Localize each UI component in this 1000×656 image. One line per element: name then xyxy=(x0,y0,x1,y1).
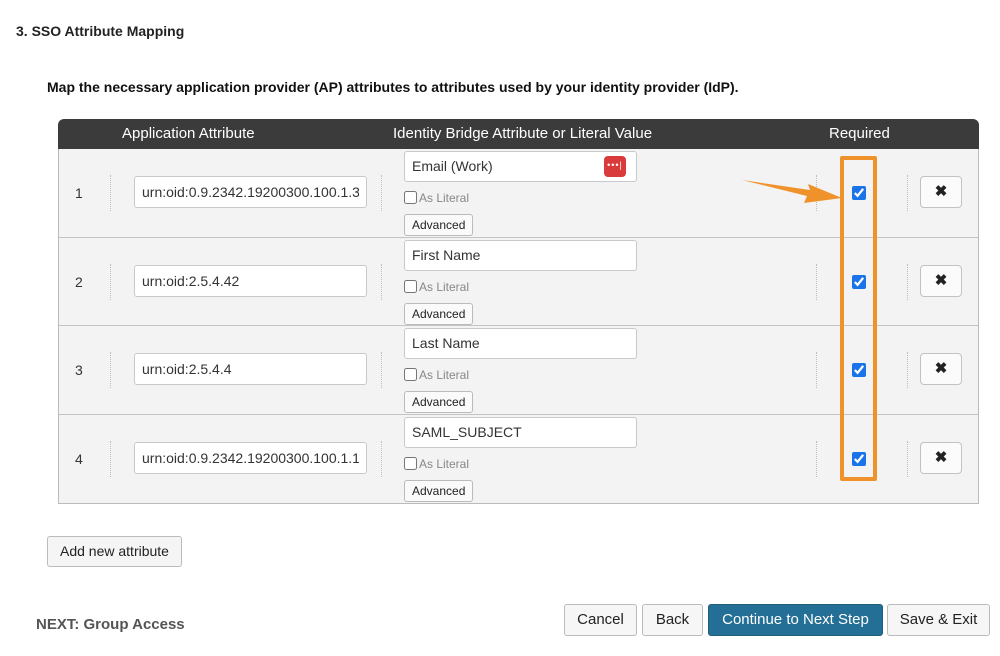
application-attribute-input[interactable] xyxy=(134,264,367,297)
column-divider xyxy=(816,263,817,300)
row-number: 1 xyxy=(75,185,83,201)
as-literal-checkbox[interactable] xyxy=(404,279,417,293)
delete-row-button[interactable]: ✖ xyxy=(920,353,962,385)
column-divider xyxy=(381,175,382,211)
header-application-attribute: Application Attribute xyxy=(122,125,255,142)
row-number: 4 xyxy=(75,450,83,467)
required-checkbox[interactable] xyxy=(852,274,866,289)
as-literal-label: As Literal xyxy=(419,279,470,294)
instructions-text: Map the necessary application provider (… xyxy=(47,79,739,95)
as-literal-checkbox[interactable] xyxy=(404,456,417,470)
password-manager-icon[interactable]: •••| xyxy=(604,156,626,177)
table-body: 1 Email (Work) •••| As Literal Advanced … xyxy=(58,149,979,504)
required-checkbox[interactable] xyxy=(852,363,866,377)
next-step-label: NEXT: Group Access xyxy=(36,616,185,633)
attribute-mapping-table: Application Attribute Identity Bridge At… xyxy=(58,119,979,504)
continue-button[interactable]: Continue to Next Step xyxy=(708,604,883,636)
advanced-button[interactable]: Advanced xyxy=(404,479,474,502)
column-divider xyxy=(816,175,817,211)
column-divider xyxy=(381,352,382,388)
identity-attribute-select[interactable]: Last Name xyxy=(404,328,637,359)
column-divider xyxy=(816,352,817,388)
close-x-icon: ✖ xyxy=(934,448,948,466)
as-literal-label: As Literal xyxy=(419,456,470,471)
as-literal-option[interactable]: As Literal xyxy=(404,191,469,205)
table-row: 4 SAML_SUBJECT As Literal Advanced ✖ xyxy=(59,414,978,503)
column-divider xyxy=(816,440,817,477)
as-literal-label: As Literal xyxy=(419,368,470,382)
section-title: 3. SSO Attribute Mapping xyxy=(16,23,185,39)
table-row: 1 Email (Work) •••| As Literal Advanced … xyxy=(59,149,978,238)
close-x-icon: ✖ xyxy=(934,271,948,289)
required-checkbox[interactable] xyxy=(852,186,866,200)
delete-row-button[interactable]: ✖ xyxy=(920,441,962,474)
column-divider xyxy=(907,352,908,388)
as-literal-label: As Literal xyxy=(419,191,470,205)
advanced-button[interactable]: Advanced xyxy=(404,214,474,236)
column-divider xyxy=(381,440,382,477)
row-number: 3 xyxy=(75,362,83,378)
as-literal-checkbox[interactable] xyxy=(404,191,417,204)
identity-attribute-value: Email (Work) xyxy=(412,158,493,174)
delete-row-button[interactable]: ✖ xyxy=(920,264,962,297)
table-header: Application Attribute Identity Bridge At… xyxy=(58,119,979,149)
identity-attribute-value: Last Name xyxy=(412,335,480,351)
identity-attribute-value: First Name xyxy=(412,246,481,263)
as-literal-option[interactable]: As Literal xyxy=(404,279,470,294)
close-x-icon: ✖ xyxy=(934,360,948,377)
close-x-icon: ✖ xyxy=(934,183,948,200)
required-checkbox[interactable] xyxy=(852,451,866,466)
row-number: 2 xyxy=(75,273,83,290)
column-divider xyxy=(907,440,908,477)
table-row: 3 Last Name As Literal Advanced ✖ xyxy=(59,326,978,415)
as-literal-option[interactable]: As Literal xyxy=(404,368,469,382)
save-exit-button[interactable]: Save & Exit xyxy=(887,604,990,636)
application-attribute-input[interactable] xyxy=(134,176,367,208)
advanced-button[interactable]: Advanced xyxy=(404,302,474,325)
application-attribute-input[interactable] xyxy=(134,353,367,385)
column-divider xyxy=(907,263,908,300)
column-divider xyxy=(110,263,111,300)
column-divider xyxy=(110,175,111,211)
back-button[interactable]: Back xyxy=(642,604,703,636)
add-new-attribute-button[interactable]: Add new attribute xyxy=(47,536,182,567)
identity-attribute-select[interactable]: Email (Work) •••| xyxy=(404,151,637,182)
as-literal-checkbox[interactable] xyxy=(404,368,417,381)
identity-attribute-select[interactable]: First Name xyxy=(404,239,637,271)
as-literal-option[interactable]: As Literal xyxy=(404,456,470,471)
application-attribute-input[interactable] xyxy=(134,441,367,474)
column-divider xyxy=(110,352,111,388)
column-divider xyxy=(110,440,111,477)
identity-attribute-value: SAML_SUBJECT xyxy=(412,423,522,440)
column-divider xyxy=(381,263,382,300)
advanced-button[interactable]: Advanced xyxy=(404,391,474,413)
table-row: 2 First Name As Literal Advanced ✖ xyxy=(59,237,978,326)
column-divider xyxy=(907,175,908,211)
header-identity-bridge-attribute: Identity Bridge Attribute or Literal Val… xyxy=(393,125,653,142)
cancel-button[interactable]: Cancel xyxy=(564,604,637,636)
identity-attribute-select[interactable]: SAML_SUBJECT xyxy=(404,416,637,448)
delete-row-button[interactable]: ✖ xyxy=(920,176,962,208)
header-required: Required xyxy=(829,125,890,142)
